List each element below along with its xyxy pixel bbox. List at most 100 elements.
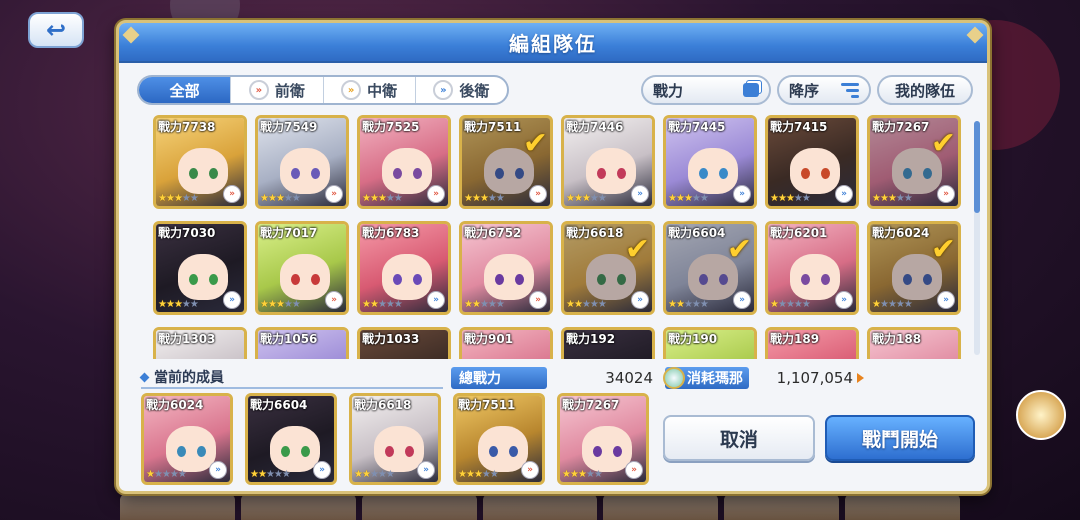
character-card[interactable]: 戰力7511 ★★★★★» ✔ [459, 115, 553, 209]
character-grid[interactable]: 戰力7738 ★★★★★» 戰力7549 ★★★★★» 戰力7525 ★★★★★» 戰力75… [147, 115, 981, 359]
character-eye [719, 168, 728, 179]
character-card[interactable]: 戰力7017 ★★★★★» [255, 221, 349, 315]
character-card[interactable]: 戰力1303★★★★★» [153, 327, 247, 359]
star-rating: ★★★★★ [872, 193, 913, 204]
character-card[interactable]: 戰力7267 ★★★★★» [557, 393, 649, 485]
star-icon: ★ [260, 299, 269, 310]
star-icon: ★ [369, 299, 379, 310]
character-card[interactable]: 戰力6024 ★★★★★» ✔ [867, 221, 961, 315]
character-card[interactable]: 戰力188★★★★★» [867, 327, 961, 359]
character-card[interactable]: 戰力6618 ★★★★★» [349, 393, 441, 485]
bottom-menu-bar [120, 494, 961, 520]
character-card[interactable]: 戰力6783 ★★★★★» [357, 221, 451, 315]
back-role-icon: » [631, 291, 649, 309]
character-card[interactable]: 戰力190★★★★★» [663, 327, 757, 359]
star-icon: ★ [879, 299, 889, 310]
character-power: 戰力7445 [668, 120, 726, 134]
front-role-icon: » [325, 291, 343, 309]
character-card[interactable]: 戰力901★★★★★» [459, 327, 553, 359]
star-icon: ★ [593, 469, 603, 480]
character-power: 戰力1033 [362, 332, 420, 346]
star-rating: ★★★★★ [458, 469, 499, 480]
star-icon: ★ [668, 299, 677, 310]
bottom-tab [240, 494, 356, 520]
character-card[interactable]: 戰力7549 ★★★★★» [255, 115, 349, 209]
character-card[interactable]: 戰力6604 ★★★★★» ✔ [663, 221, 757, 315]
character-card[interactable]: 戰力7738 ★★★★★» [153, 115, 247, 209]
sort-order-button[interactable]: 降序 [777, 75, 871, 105]
character-face [382, 148, 432, 194]
star-icon: ★ [903, 299, 913, 310]
star-icon: ★ [173, 193, 183, 204]
star-rating: ★★★★★ [668, 299, 709, 310]
character-card[interactable]: 戰力7525 ★★★★★» [357, 115, 451, 209]
back-button[interactable]: ↩ [28, 12, 84, 48]
back-role-icon: » [835, 185, 853, 203]
character-card[interactable]: 戰力1056★★★★★» [255, 327, 349, 359]
tab-all[interactable]: 全部 [139, 77, 232, 103]
character-card[interactable]: 戰力7511 ★★★★★» [453, 393, 545, 485]
star-rating: ★★★★★ [562, 469, 603, 480]
character-eye [405, 446, 414, 457]
character-card[interactable]: 戰力7415 ★★★★★» [765, 115, 859, 209]
character-face [478, 426, 528, 472]
back-role-icon: » [835, 291, 853, 309]
star-icon: ★ [267, 299, 277, 310]
my-team-button[interactable]: 我的隊伍 [877, 75, 973, 105]
star-rating: ★★★★★ [362, 193, 403, 204]
character-power: 戰力901 [464, 332, 514, 346]
grid-scrollbar-thumb[interactable] [974, 121, 980, 213]
side-event-icon[interactable] [1016, 390, 1066, 440]
back-role-icon: » [209, 461, 227, 479]
tab-front[interactable]: » 前衛 [231, 77, 324, 103]
character-face [790, 148, 840, 194]
character-power: 戰力7030 [158, 226, 216, 240]
character-power: 戰力6618 [354, 398, 412, 412]
battle-start-button[interactable]: 戰鬥開始 [825, 415, 975, 461]
character-eye [393, 168, 402, 179]
character-card[interactable]: 戰力6618 ★★★★★» ✔ [561, 221, 655, 315]
character-power: 戰力7267 [562, 398, 620, 412]
character-card[interactable]: 戰力192★★★★★» [561, 327, 655, 359]
star-icon: ★ [169, 469, 179, 480]
star-icon: ★ [362, 299, 371, 310]
character-card[interactable]: 戰力6024 ★★★★★» [141, 393, 233, 485]
character-power: 戰力7017 [260, 226, 318, 240]
tab-back[interactable]: » 後衛 [416, 77, 507, 103]
sort-key-button[interactable]: 戰力 [641, 75, 771, 105]
star-icon: ★ [489, 469, 499, 480]
star-icon: ★ [585, 469, 595, 480]
cancel-button[interactable]: 取消 [663, 415, 815, 461]
character-eye [699, 274, 708, 285]
character-card[interactable]: 戰力6752 ★★★★★» [459, 221, 553, 315]
character-card[interactable]: 戰力7030 ★★★★★» [153, 221, 247, 315]
character-power: 戰力189 [770, 332, 820, 346]
star-icon: ★ [495, 193, 505, 204]
star-rating: ★★★★★ [158, 299, 199, 310]
character-eye [301, 446, 310, 457]
star-icon: ★ [158, 299, 167, 310]
star-icon: ★ [573, 299, 583, 310]
character-card[interactable]: 戰力7267 ★★★★★» ✔ [867, 115, 961, 209]
star-icon: ★ [165, 193, 175, 204]
star-icon: ★ [260, 193, 269, 204]
star-icon: ★ [369, 193, 379, 204]
character-card[interactable]: 戰力7445 ★★★★★» [663, 115, 757, 209]
character-eye [801, 168, 810, 179]
character-eye [291, 274, 300, 285]
character-card[interactable]: 戰力7446 ★★★★★» [561, 115, 655, 209]
character-card[interactable]: 戰力6604 ★★★★★» [245, 393, 337, 485]
character-eye [903, 168, 912, 179]
character-card[interactable]: 戰力1033★★★★★» [357, 327, 451, 359]
star-icon: ★ [581, 299, 591, 310]
corner-ornament-icon [966, 26, 984, 44]
character-eye [509, 446, 518, 457]
character-card[interactable]: 戰力6201 ★★★★★» [765, 221, 859, 315]
star-icon: ★ [675, 193, 685, 204]
star-rating: ★★★★★ [158, 193, 199, 204]
star-icon: ★ [479, 299, 489, 310]
tab-middle[interactable]: » 中衛 [324, 77, 416, 103]
front-role-icon: » [427, 185, 445, 203]
character-face [178, 254, 228, 300]
character-card[interactable]: 戰力189★★★★★» [765, 327, 859, 359]
